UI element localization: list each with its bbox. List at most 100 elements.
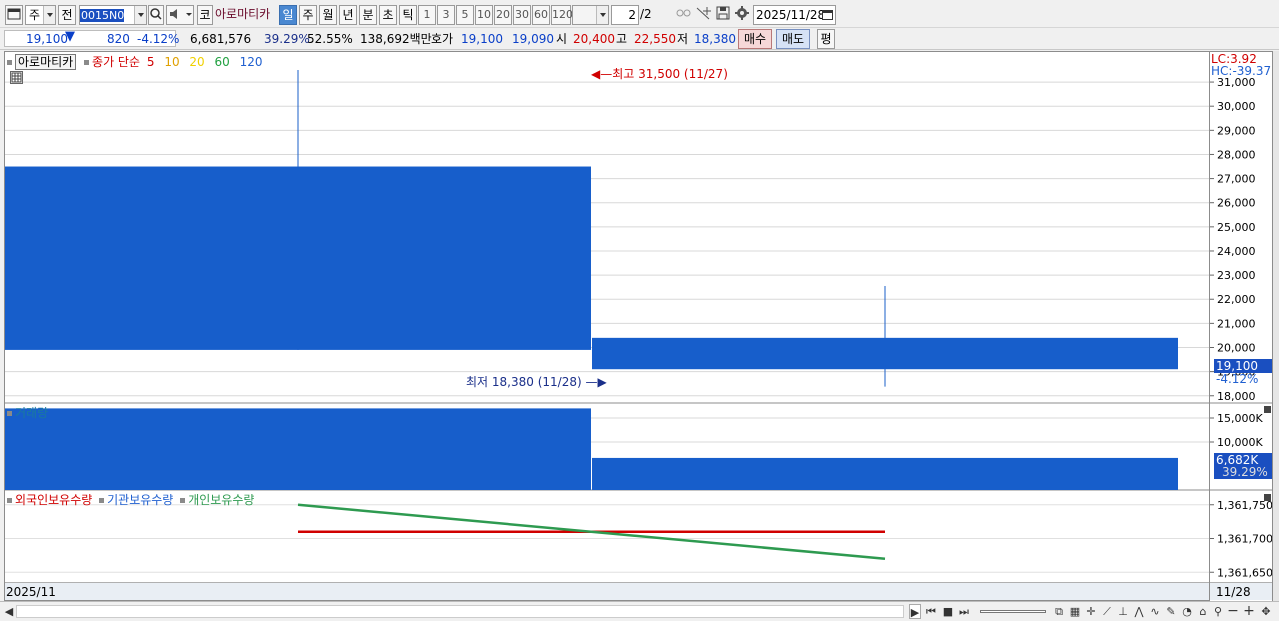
- trade-amount: 138,692백만: [360, 32, 432, 46]
- period-unit-select[interactable]: 주: [25, 5, 56, 25]
- ruler-icon[interactable]: ⊥: [1116, 604, 1130, 619]
- custom-interval-select[interactable]: [572, 5, 609, 25]
- page-input[interactable]: 2: [611, 5, 639, 25]
- stop-icon[interactable]: ■: [941, 604, 955, 619]
- arrow-left-icon: ◀—: [591, 67, 613, 81]
- panel-marker-icon: [7, 498, 12, 503]
- wave-icon[interactable]: ∿: [1148, 604, 1162, 619]
- date-picker[interactable]: 2025/11/28: [753, 5, 836, 25]
- open-price: 20,400: [573, 32, 615, 46]
- period-year[interactable]: 년: [339, 5, 357, 25]
- scroll-track[interactable]: [16, 605, 904, 618]
- panel-close-icon[interactable]: [1264, 406, 1271, 413]
- open-label: 시: [556, 32, 568, 46]
- period-tick[interactable]: 틱: [399, 5, 417, 25]
- stock-name-tag[interactable]: 아로마티카: [15, 54, 77, 70]
- panel-marker-icon: [7, 60, 12, 65]
- period-second[interactable]: 초: [379, 5, 397, 25]
- bottom-scrollbar: ◀ ▶ ⏮ ■ ⏭ ⧉ ▦ ✛ ⟋ ⊥ ⋀ ∿ ✎ ◔ ⌂ ⚲ − + ✥: [0, 601, 1279, 621]
- interval-1[interactable]: 1: [418, 5, 436, 25]
- vertical-scrollbar[interactable]: [1273, 51, 1279, 601]
- period-week[interactable]: 주: [299, 5, 317, 25]
- interval-5[interactable]: 5: [456, 5, 474, 25]
- x-axis-period: 2025/11: [6, 585, 56, 599]
- zoom-in-icon[interactable]: +: [1243, 604, 1255, 619]
- period-day[interactable]: 일: [279, 5, 297, 25]
- interval-30[interactable]: 30: [513, 5, 531, 25]
- volume-tick-label: 15,000K: [1217, 412, 1263, 425]
- search-button[interactable]: [148, 5, 164, 25]
- draw-tool-button[interactable]: [695, 5, 713, 25]
- panel-marker-icon: [7, 411, 12, 416]
- institution-holdings-label: 기관보유수량: [107, 493, 174, 507]
- save-button[interactable]: [714, 5, 732, 25]
- ask-price: 19,100: [461, 32, 503, 46]
- price-panel-legend: 아로마티카 종가 단순 5 10 20 60 120: [7, 53, 263, 70]
- low-annotation: 최저 18,380 (11/28) —▶: [466, 373, 607, 390]
- chevron-down-icon: [134, 6, 146, 24]
- last-pct-tag: -4.12%: [1216, 372, 1259, 386]
- interval-60[interactable]: 60: [532, 5, 550, 25]
- zoom-slider[interactable]: [980, 610, 1046, 613]
- stock-code-value: 0015N0: [80, 9, 125, 22]
- ma-60: 60: [214, 55, 230, 69]
- period-unit-value: 주: [29, 8, 41, 22]
- low-label: 저: [677, 32, 689, 46]
- change-amount: 820: [107, 32, 130, 46]
- first-page-icon[interactable]: ⏮: [924, 604, 938, 619]
- price-tick-label: 27,000: [1217, 173, 1256, 186]
- bid-price: 19,090: [512, 32, 554, 46]
- buy-button[interactable]: 매수: [738, 29, 772, 49]
- interval-3[interactable]: 3: [437, 5, 455, 25]
- pan-icon[interactable]: ✥: [1259, 604, 1273, 619]
- price-tick-label: 31,000: [1217, 76, 1256, 89]
- avg-price-button[interactable]: 평: [817, 29, 835, 49]
- save-icon: [716, 6, 730, 20]
- low-annotation-text: 최저 18,380 (11/28): [466, 375, 582, 389]
- layout-icon[interactable]: ▦: [1068, 604, 1082, 619]
- pen-icon[interactable]: ✎: [1164, 604, 1178, 619]
- volume-ratio: 39.29%: [264, 32, 310, 46]
- holdings-tick-label: 1,361,700: [1217, 533, 1272, 546]
- interval-120[interactable]: 120: [551, 5, 573, 25]
- x-axis-bar: 2025/11: [5, 582, 1209, 600]
- period-month[interactable]: 월: [319, 5, 337, 25]
- high-annotation-text: 최고 31,500 (11/27): [612, 67, 728, 81]
- interval-20[interactable]: 20: [494, 5, 512, 25]
- code-button[interactable]: 코: [197, 5, 213, 25]
- scroll-right-icon[interactable]: ▶: [909, 604, 921, 619]
- ma-10: 10: [164, 55, 180, 69]
- scroll-left-icon[interactable]: ◀: [3, 604, 15, 619]
- chart-area[interactable]: 아로마티카 종가 단순 5 10 20 60 120 ◀—최고 31,500 (…: [4, 51, 1210, 601]
- zoom-out-icon[interactable]: −: [1227, 604, 1239, 619]
- change-percent: -4.12%: [137, 32, 180, 46]
- window-menu-button[interactable]: [5, 5, 23, 25]
- volume: 6,681,576: [190, 32, 252, 46]
- speaker-icon: [170, 9, 192, 19]
- grid-icon: [11, 72, 22, 83]
- stock-code-input[interactable]: 0015N0: [79, 5, 147, 25]
- calendar-icon: [822, 10, 833, 20]
- prev-button[interactable]: 전: [58, 5, 76, 25]
- chart-type-icon[interactable]: ◔: [1180, 604, 1194, 619]
- last-page-icon[interactable]: ⏭: [957, 604, 971, 619]
- holdings-tick-label: 1,361,650: [1217, 566, 1272, 579]
- copy-icon[interactable]: ⧉: [1052, 604, 1066, 619]
- sound-button[interactable]: [166, 5, 194, 25]
- price-tick-label: 20,000: [1217, 342, 1256, 355]
- link-button[interactable]: [675, 5, 693, 25]
- trend-icon[interactable]: ⋀: [1132, 604, 1146, 619]
- candle-body: [592, 337, 1178, 370]
- line-tool-icon[interactable]: ⟋: [1100, 604, 1114, 619]
- panel-close-icon[interactable]: [1264, 494, 1271, 501]
- sell-button[interactable]: 매도: [776, 29, 810, 49]
- interval-10[interactable]: 10: [475, 5, 493, 25]
- tag-icon[interactable]: ⌂: [1196, 604, 1210, 619]
- table-view-button[interactable]: [10, 71, 23, 84]
- crosshair-icon[interactable]: ✛: [1084, 604, 1098, 619]
- foreign-holdings-label: 외국인보유수량: [15, 493, 93, 507]
- period-minute[interactable]: 분: [359, 5, 377, 25]
- zoom-icon[interactable]: ⚲: [1211, 604, 1225, 619]
- settings-button[interactable]: [733, 5, 751, 25]
- high-price: 22,550: [634, 32, 676, 46]
